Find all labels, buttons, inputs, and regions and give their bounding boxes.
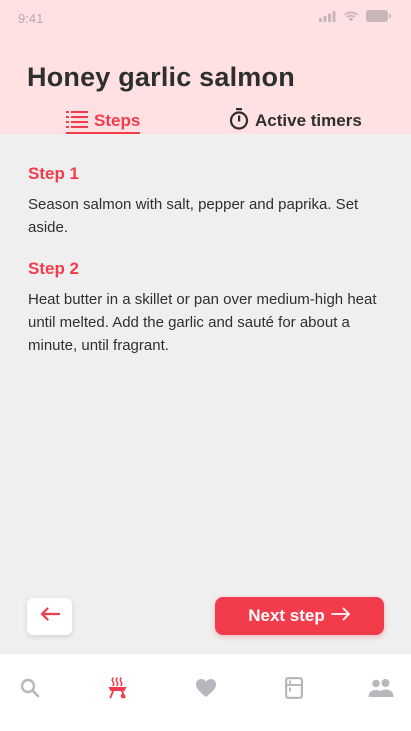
people-icon [368,678,394,703]
tab-active-timers[interactable]: Active timers [229,107,362,135]
next-step-label: Next step [248,606,325,625]
bottom-nav [0,654,411,731]
step-title: Step 2 [28,259,80,278]
cellular-signal-icon [319,9,336,27]
search-icon [20,678,40,703]
tab-steps[interactable]: Steps [66,108,141,134]
fridge-icon [285,676,304,704]
tab-steps-label: Steps [94,111,141,130]
nav-people[interactable] [368,678,394,703]
arrow-left-icon [40,607,60,626]
wifi-icon [343,9,359,27]
steps-list: Step 1 Season salmon with salt, pepper a… [28,164,388,377]
cooking-icon [107,676,129,704]
step-text: Heat butter in a skillet or pan over med… [28,291,377,354]
nav-favorites[interactable] [194,678,218,702]
tab-bar: Steps Active timers [0,107,411,135]
back-button[interactable] [27,598,72,635]
header: 9:41 Honey garlic salmon Steps Active ti… [0,0,411,134]
status-icons [319,9,391,27]
heart-icon [195,678,217,703]
status-bar: 9:41 [0,0,411,36]
list-icon [66,110,88,133]
step-item: Step 1 Season salmon with salt, pepper a… [28,164,388,239]
step-text: Season salmon with salt, pepper and papr… [28,196,359,236]
nav-cooking[interactable] [106,676,130,704]
recipe-title: Honey garlic salmon [27,62,295,92]
next-step-button[interactable]: Next step [215,597,384,635]
battery-icon [366,9,391,27]
tab-active-timers-label: Active timers [255,111,362,130]
status-time: 9:41 [18,10,44,26]
stopwatch-icon [229,107,249,135]
step-title: Step 1 [28,164,80,183]
step-item: Step 2 Heat butter in a skillet or pan o… [28,259,388,357]
nav-fridge[interactable] [282,676,306,704]
arrow-right-icon [330,606,351,626]
nav-search[interactable] [18,678,42,702]
